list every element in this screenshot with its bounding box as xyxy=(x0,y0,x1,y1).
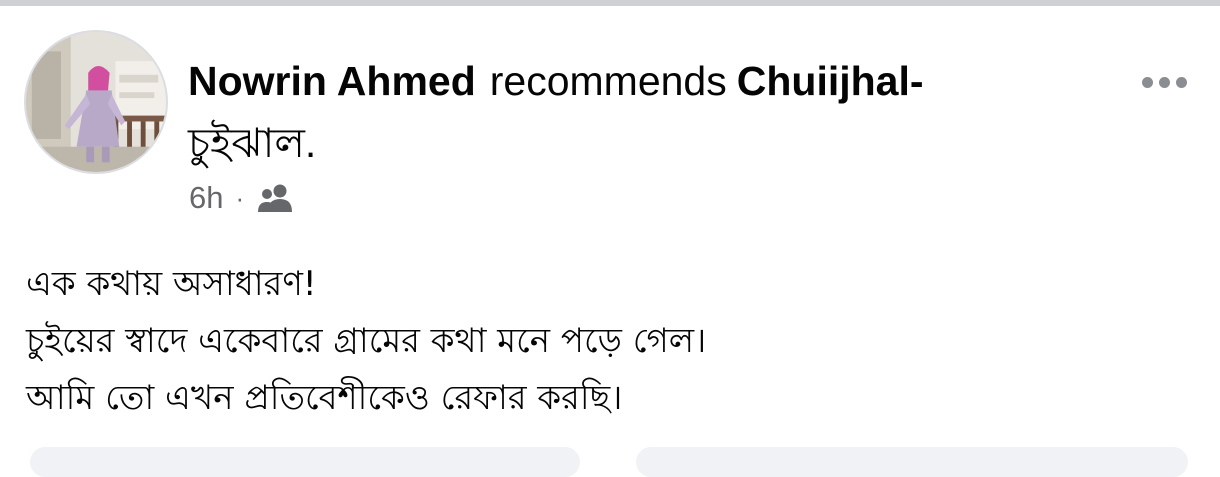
post-body-line: এক কথায় অসাধারণ! xyxy=(26,264,317,304)
action-text: recommends xyxy=(489,58,727,104)
post-body: এক কথায় অসাধারণ! চুইয়ের স্বাদে একেবারে… xyxy=(26,256,1196,427)
author-name-link[interactable]: Nowrin Ahmed xyxy=(188,58,476,104)
no-recommend-button[interactable] xyxy=(636,447,1188,477)
post-headline: Nowrin Ahmed recommends Chuiijhal- চুইঝাল. xyxy=(188,50,1088,174)
yes-recommend-button[interactable] xyxy=(30,447,580,477)
post-body-line: আমি তো এখন প্রতিবেশীকেও রেফার করছি। xyxy=(26,378,623,418)
meta-separator: · xyxy=(235,182,245,213)
more-horizontal-icon-dot xyxy=(1158,76,1170,88)
more-horizontal-icon-dot xyxy=(1175,76,1187,88)
more-horizontal-icon xyxy=(1141,76,1153,88)
post-body-line: চুইয়ের স্বাদে একেবারে গ্রামের কথা মনে প… xyxy=(26,321,707,361)
more-options-button[interactable] xyxy=(1132,62,1196,102)
timestamp-link[interactable]: 6h xyxy=(189,180,223,216)
friends-icon[interactable] xyxy=(256,183,296,213)
post-meta: 6h · xyxy=(189,178,296,218)
recommendation-post: Nowrin Ahmed recommends Chuiijhal- চুইঝাল.… xyxy=(0,6,1220,477)
page-name-bengali[interactable]: চুইঝাল xyxy=(188,112,305,174)
page-name-link[interactable]: Chuiijhal- xyxy=(737,58,924,104)
headline-period: . xyxy=(304,120,317,166)
author-avatar[interactable] xyxy=(24,30,168,174)
avatar-photo xyxy=(26,32,166,172)
